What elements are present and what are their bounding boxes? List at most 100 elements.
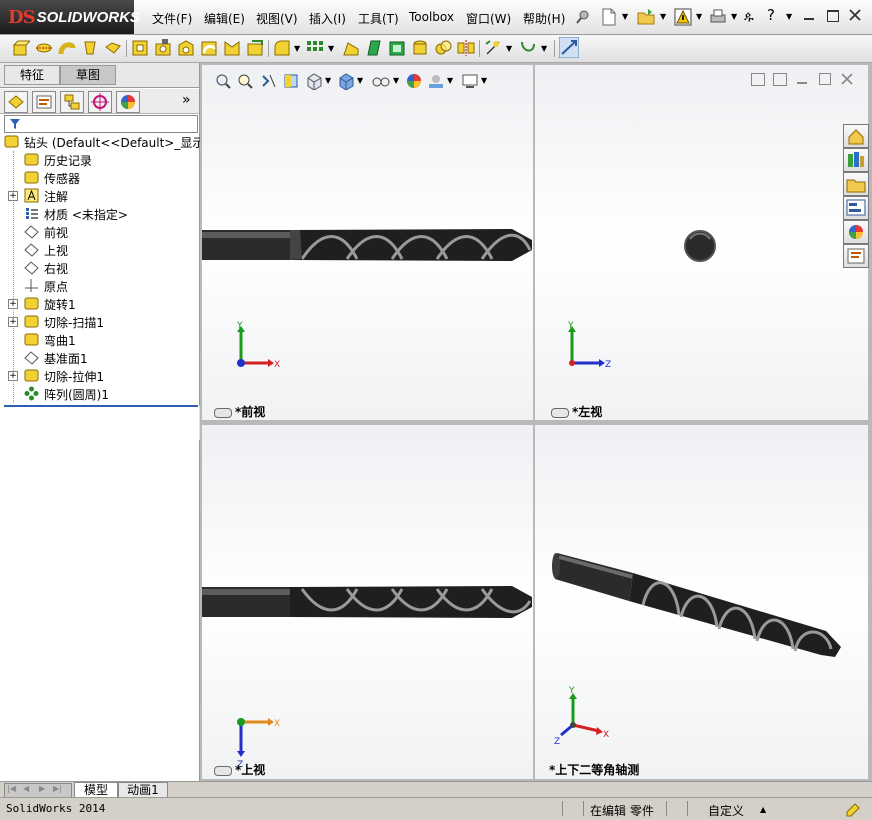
hide-show-dropdown-icon[interactable]: ▼	[393, 76, 399, 85]
section-view-icon[interactable]	[283, 73, 299, 89]
tree-item[interactable]: + 旋转1	[0, 295, 199, 313]
view-orientation-icon[interactable]	[305, 72, 323, 90]
viewport-top[interactable]: Z X *上视	[202, 425, 533, 779]
help-dropdown-icon[interactable]: ▼	[786, 12, 792, 21]
rib-icon[interactable]	[342, 39, 360, 57]
tree-item[interactable]: 基准面1	[0, 349, 199, 367]
restore-window-icon[interactable]	[827, 10, 839, 22]
new-document-icon[interactable]	[600, 7, 618, 27]
appearances-icon[interactable]	[843, 220, 869, 244]
expand-toggle-icon[interactable]: +	[8, 191, 18, 201]
menu-view[interactable]: 视图(V)	[256, 10, 298, 27]
apply-scene-dropdown-icon[interactable]: ▼	[447, 76, 453, 85]
expand-toggle-icon[interactable]: +	[8, 371, 18, 381]
tree-item[interactable]: + 切除-拉伸1	[0, 367, 199, 385]
feature-tree-filter[interactable]	[4, 115, 198, 133]
expand-toggle-icon[interactable]: +	[8, 299, 18, 309]
minimize-window-icon[interactable]	[804, 18, 814, 20]
swept-boss-icon[interactable]	[58, 39, 76, 57]
viewport-front[interactable]: ▼ ▼ ▼ ▼ ▼ Y X *前视	[202, 65, 533, 420]
tree-root-part[interactable]: 钻头 (Default<<Default>_显示	[0, 133, 204, 151]
curves-dropdown-icon[interactable]: ▼	[541, 44, 547, 53]
menu-edit[interactable]: 编辑(E)	[204, 10, 245, 27]
solidworks-resources-icon[interactable]	[843, 124, 869, 148]
extruded-boss-icon[interactable]	[12, 39, 30, 57]
tree-item[interactable]: 历史记录	[0, 151, 199, 169]
scroll-first-icon[interactable]: |◀	[7, 784, 16, 793]
file-explorer-icon[interactable]	[843, 172, 869, 196]
menu-help[interactable]: 帮助(H)	[523, 10, 565, 27]
view-settings-icon[interactable]	[461, 72, 479, 90]
new-dropdown-icon[interactable]: ▼	[622, 12, 628, 21]
split-vertical-icon[interactable]	[773, 73, 787, 86]
boundary-boss-icon[interactable]	[104, 39, 122, 57]
view-settings-dropdown-icon[interactable]: ▼	[481, 76, 487, 85]
menu-toolbox[interactable]: Toolbox	[409, 10, 454, 24]
link-views-icon[interactable]	[214, 765, 232, 776]
tab-features[interactable]: 特征	[4, 65, 60, 85]
instant3d-icon[interactable]	[559, 37, 579, 58]
tree-item[interactable]: + 切除-扫描1	[0, 313, 199, 331]
linear-pattern-icon[interactable]	[306, 39, 324, 57]
scroll-next-icon[interactable]: ▶	[39, 784, 45, 793]
select-icon[interactable]: ዹ	[744, 9, 754, 24]
reference-dropdown-icon[interactable]: ▼	[506, 44, 512, 53]
reference-geometry-icon[interactable]	[484, 39, 502, 57]
expand-toggle-icon[interactable]: +	[8, 317, 18, 327]
fillet-icon[interactable]	[273, 39, 291, 57]
curves-icon[interactable]	[519, 39, 537, 57]
view-orientation-dropdown-icon[interactable]: ▼	[325, 76, 331, 85]
display-manager-icon[interactable]	[116, 91, 140, 113]
draft-icon[interactable]	[365, 39, 383, 57]
pattern-dropdown-icon[interactable]: ▼	[328, 44, 334, 53]
tree-item[interactable]: 右视	[0, 259, 199, 277]
tree-item[interactable]: 原点	[0, 277, 199, 295]
scroll-prev-icon[interactable]: ◀	[23, 784, 29, 793]
more-panels-icon[interactable]: »	[182, 92, 191, 108]
apply-scene-icon[interactable]	[427, 72, 445, 90]
pin-icon[interactable]	[574, 8, 592, 26]
viewport-close-icon[interactable]	[841, 73, 853, 85]
custom-properties-icon[interactable]	[843, 244, 869, 268]
tree-item[interactable]: 材质 <未指定>	[0, 205, 199, 223]
units-text[interactable]: 自定义	[708, 802, 744, 819]
lofted-boss-icon[interactable]	[81, 39, 99, 57]
design-library-icon[interactable]	[843, 148, 869, 172]
tab-sketch[interactable]: 草图	[60, 65, 116, 85]
hole-wizard-icon[interactable]	[154, 39, 172, 57]
tree-item[interactable]: 弯曲1	[0, 331, 199, 349]
boundary-cut-icon[interactable]	[246, 39, 264, 57]
tab-motion1[interactable]: 动画1	[118, 782, 168, 798]
tree-item[interactable]: 上视	[0, 241, 199, 259]
print-dropdown-icon[interactable]: ▼	[731, 12, 737, 21]
open-folder-icon[interactable]	[636, 7, 656, 27]
intersect-icon[interactable]	[434, 39, 452, 57]
fillet-dropdown-icon[interactable]: ▼	[294, 44, 300, 53]
extruded-cut-icon[interactable]	[131, 39, 149, 57]
dimxpert-manager-icon[interactable]	[88, 91, 112, 113]
tree-item[interactable]: 前视	[0, 223, 199, 241]
rebuild-dropdown-icon[interactable]: ▼	[696, 12, 702, 21]
swept-cut-icon[interactable]	[200, 39, 218, 57]
rebuild-warning-icon[interactable]	[673, 7, 693, 27]
solidworks-logo[interactable]: DS SOLIDWORKS	[0, 0, 140, 34]
print-icon[interactable]	[708, 7, 728, 27]
viewport-left[interactable]: Y Z *左视	[535, 65, 868, 420]
edit-appearance-icon[interactable]	[405, 72, 423, 90]
previous-view-icon[interactable]	[261, 73, 277, 89]
view-palette-icon[interactable]	[843, 196, 869, 220]
feature-manager-icon[interactable]	[4, 91, 28, 113]
revolved-cut-icon[interactable]	[177, 39, 195, 57]
tree-item[interactable]: 传感器	[0, 169, 199, 187]
shell-icon[interactable]	[388, 39, 406, 57]
viewport-restore-icon[interactable]	[819, 73, 831, 85]
menu-tools[interactable]: 工具(T)	[358, 10, 399, 27]
lofted-cut-icon[interactable]	[223, 39, 241, 57]
close-window-icon[interactable]	[849, 9, 861, 21]
tab-scroll-buttons[interactable]: |◀ ◀ ▶ ▶|	[4, 783, 72, 798]
hide-show-items-icon[interactable]	[371, 72, 391, 90]
units-menu-icon[interactable]: ▲	[760, 805, 766, 814]
revolved-boss-icon[interactable]	[35, 39, 53, 57]
zoom-to-area-icon[interactable]	[237, 73, 253, 89]
tree-item[interactable]: + 注解	[0, 187, 199, 205]
